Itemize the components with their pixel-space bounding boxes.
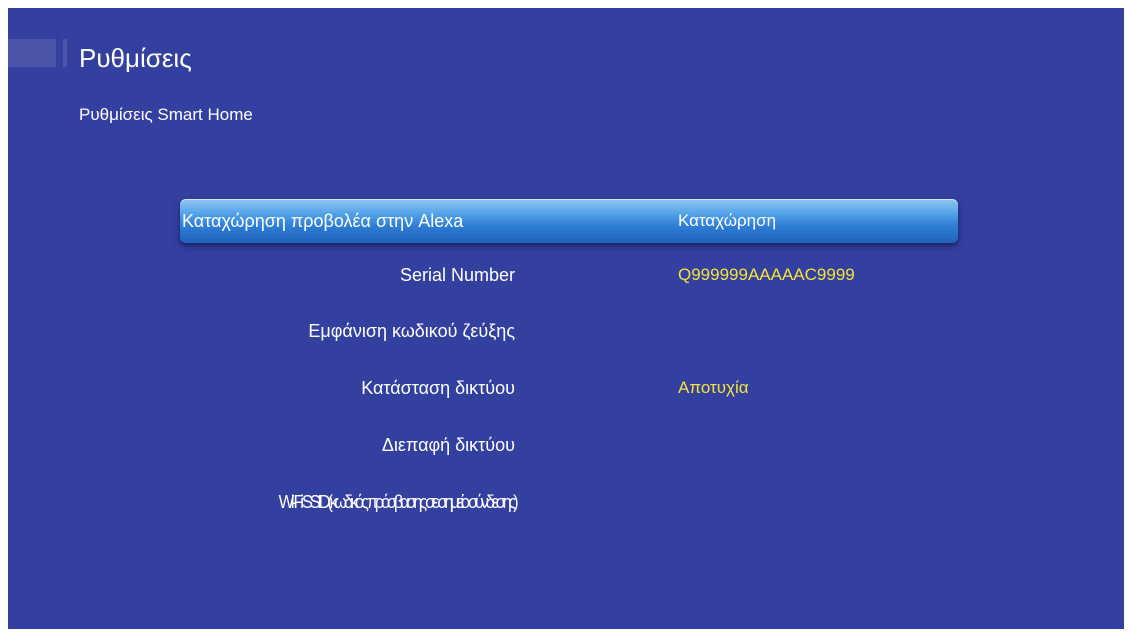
setting-label: Κατάσταση δικτύου [361,378,515,398]
setting-label: Wi-Fi SSID(κωδικός πρόσβασης σε σημείο σ… [278,492,518,512]
setting-label: Serial Number [399,265,515,285]
setting-row-serial-number[interactable]: Serial Number Q999999AAAAAC9999 [180,253,958,297]
setting-label: Διεπαφή δικτύου [381,435,515,455]
setting-value: Q999999AAAAAC9999 [678,265,855,284]
page-title: Ρυθμίσεις [79,43,192,73]
setting-row-register-alexa[interactable]: Καταχώρηση προβολέα στην Alexa Καταχώρησ… [180,199,958,243]
title-decoration-bar [63,39,67,67]
setting-label: Καταχώρηση προβολέα στην Alexa [182,211,464,231]
section-subtitle: Ρυθμίσεις Smart Home [79,105,253,124]
setting-row-pairing-code[interactable]: Εμφάνιση κωδικού ζεύξης [180,309,958,353]
setting-value: Καταχώρηση [678,211,777,230]
title-decoration-block [8,39,56,67]
setting-row-network-status[interactable]: Κατάσταση δικτύου Αποτυχία [180,366,958,410]
setting-value: Αποτυχία [678,378,749,397]
setting-row-wifi-ssid[interactable]: Wi-Fi SSID(κωδικός πρόσβασης σε σημείο σ… [180,480,958,524]
tv-screen: Ρυθμίσεις Ρυθμίσεις Smart Home Καταχώρησ… [8,8,1124,629]
setting-row-network-interface[interactable]: Διεπαφή δικτύου [180,423,958,467]
setting-label: Εμφάνιση κωδικού ζεύξης [308,321,515,341]
